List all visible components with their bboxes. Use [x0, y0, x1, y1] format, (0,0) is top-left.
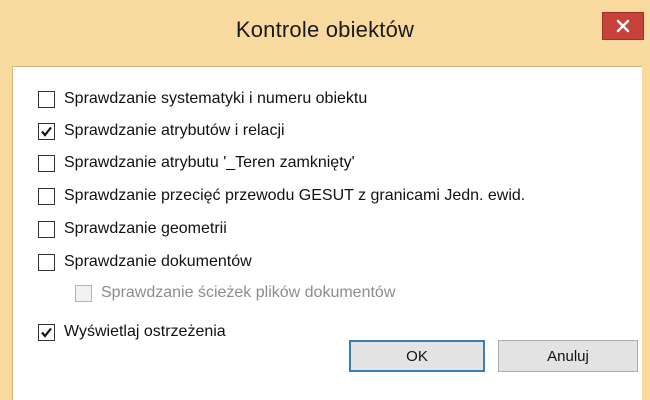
title-bar[interactable]: Kontrole obiektów	[0, 0, 650, 66]
checkbox-document-paths	[75, 284, 92, 302]
option-row-documents[interactable]: Sprawdzanie dokumentów	[38, 250, 252, 274]
option-row-systematics[interactable]: Sprawdzanie systematyki i numeru obiektu	[38, 87, 367, 111]
checkbox-closed-area[interactable]	[38, 154, 55, 172]
option-row-geometry[interactable]: Sprawdzanie geometrii	[38, 217, 227, 241]
checkbox-gesut-intersections[interactable]	[38, 187, 55, 205]
option-label-document-paths: Sprawdzanie ścieżek plików dokumentów	[101, 284, 396, 301]
option-row-show-warnings[interactable]: Wyświetlaj ostrzeżenia	[38, 320, 226, 344]
checkbox-documents[interactable]	[38, 253, 55, 271]
checkmark-icon	[41, 126, 52, 137]
option-label-attributes: Sprawdzanie atrybutów i relacji	[64, 122, 285, 139]
option-row-gesut-intersections[interactable]: Sprawdzanie przecięć przewodu GESUT z gr…	[38, 184, 525, 208]
option-row-attributes[interactable]: Sprawdzanie atrybutów i relacji	[38, 119, 285, 143]
checkbox-show-warnings[interactable]	[38, 323, 55, 341]
dialog-content: Sprawdzanie systematyki i numeru obiektu…	[12, 66, 642, 400]
option-label-geometry: Sprawdzanie geometrii	[64, 220, 227, 237]
checkbox-attributes[interactable]	[38, 122, 55, 140]
option-row-document-paths: Sprawdzanie ścieżek plików dokumentów	[75, 281, 395, 305]
option-label-systematics: Sprawdzanie systematyki i numeru obiektu	[64, 90, 368, 107]
dialog-title: Kontrole obiektów	[235, 17, 415, 42]
checkmark-icon	[41, 327, 52, 338]
option-label-gesut-intersections: Sprawdzanie przecięć przewodu GESUT z gr…	[64, 187, 526, 204]
ok-button[interactable]: OK	[349, 340, 485, 372]
option-label-documents: Sprawdzanie dokumentów	[64, 253, 252, 270]
option-label-closed-area: Sprawdzanie atrybutu '_Teren zamknięty'	[64, 154, 355, 171]
dialog-window: Kontrole obiektów Sprawdzanie systematyk…	[0, 0, 650, 400]
close-button[interactable]	[602, 12, 644, 40]
cancel-button[interactable]: Anuluj	[498, 340, 638, 372]
checkbox-systematics[interactable]	[38, 90, 55, 108]
close-icon	[616, 19, 630, 33]
checkbox-geometry[interactable]	[38, 220, 55, 238]
option-label-show-warnings: Wyświetlaj ostrzeżenia	[64, 323, 226, 340]
option-row-closed-area[interactable]: Sprawdzanie atrybutu '_Teren zamknięty'	[38, 151, 355, 175]
